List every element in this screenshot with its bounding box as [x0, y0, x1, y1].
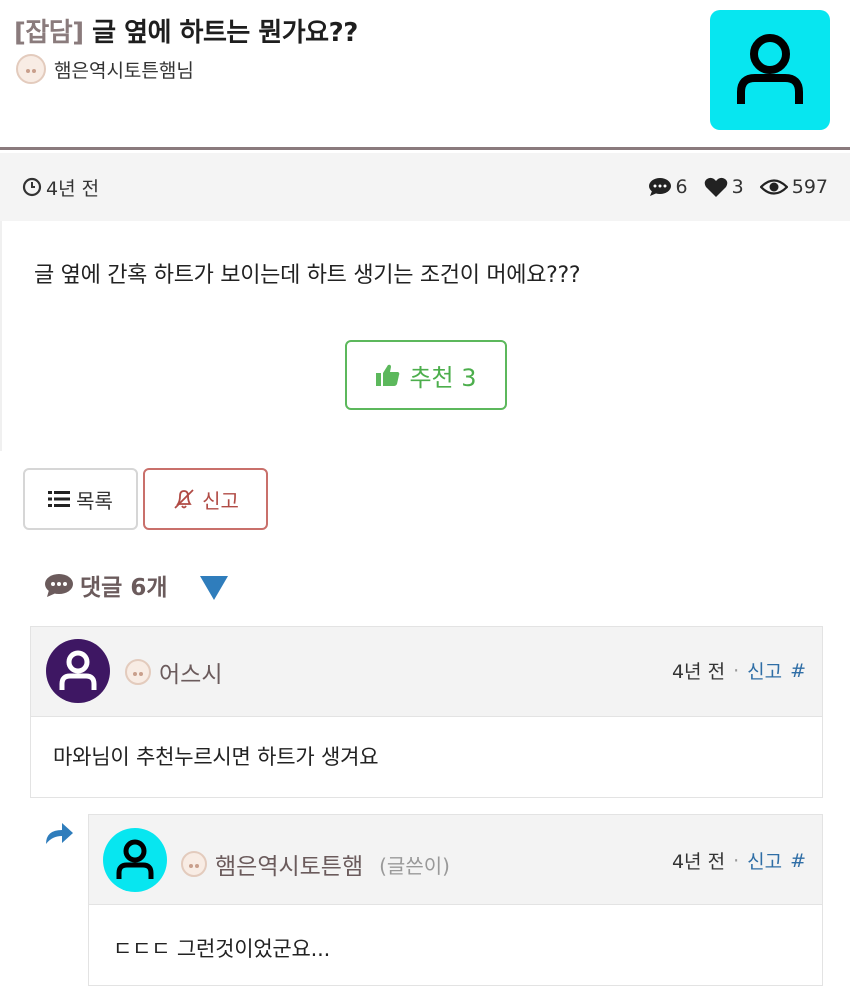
- comments-header: 댓글 6개: [44, 568, 168, 602]
- commenter-avatar[interactable]: [46, 639, 110, 703]
- likes-count: 3: [731, 176, 744, 198]
- user-icon: [737, 34, 803, 104]
- comment-reply-item: 햄은역시토튼햄 (글쓴이) 4년 전 · 신고 # ㄷㄷㄷ 그런것이었군요...: [88, 814, 823, 986]
- comments-title: 댓글 6개: [80, 575, 168, 601]
- post-title: [잡담] 글 옆에 하트는 뭔가요??: [14, 12, 358, 49]
- comment-time: 4년 전: [671, 661, 726, 683]
- post-title-text: 글 옆에 하트는 뭔가요??: [92, 18, 358, 48]
- list-label: 목록: [76, 488, 113, 513]
- separator-dot: ·: [733, 659, 740, 682]
- author-avatar[interactable]: [710, 10, 830, 130]
- comment-item: 어스시 4년 전 · 신고 # 마와님이 추천누르시면 하트가 생겨요: [30, 626, 823, 798]
- level-icon: [181, 851, 207, 877]
- separator-dot: ·: [733, 849, 740, 872]
- commenter-name-text[interactable]: 햄은역시토튼햄: [215, 847, 363, 881]
- comment-report-link[interactable]: 신고: [747, 847, 782, 874]
- level-icon: [125, 659, 151, 685]
- comment-meta: 4년 전 · 신고 #: [672, 847, 806, 874]
- post-body: 글 옆에 간혹 하트가 보이는데 하트 생기는 조건이 머에요???: [0, 221, 850, 451]
- commenter-name[interactable]: 햄은역시토튼햄 (글쓴이): [181, 847, 450, 881]
- commenter-avatar[interactable]: [103, 828, 167, 892]
- collapse-comments-icon[interactable]: [200, 576, 228, 600]
- list-button[interactable]: 목록: [23, 468, 138, 530]
- comment-meta: 4년 전 · 신고 #: [672, 657, 806, 684]
- post-author-name[interactable]: 햄은역시토튼햄님: [54, 56, 194, 83]
- comment-permalink[interactable]: #: [790, 850, 806, 872]
- comment-time: 4년 전: [671, 851, 726, 873]
- author-tag: (글쓴이): [379, 853, 450, 878]
- post-author[interactable]: 햄은역시토튼햄님: [16, 54, 194, 84]
- comment-icon: [648, 178, 671, 196]
- comment-report-link[interactable]: 신고: [747, 657, 782, 684]
- views-count: 597: [791, 176, 828, 198]
- post-time: 4년 전: [46, 177, 100, 200]
- eye-icon: [759, 179, 788, 195]
- user-icon: [59, 650, 97, 690]
- list-icon: [48, 491, 71, 507]
- post-category[interactable]: [잡담]: [14, 18, 84, 48]
- post-header: [잡담] 글 옆에 하트는 뭔가요?? 햄은역시토튼햄님: [0, 0, 850, 150]
- comments-count: 6: [675, 176, 688, 198]
- commenter-name[interactable]: 어스시: [125, 655, 222, 689]
- comment-icon: [45, 574, 73, 597]
- reply-arrow-icon: [46, 823, 73, 844]
- post-meta-bar: 4년 전 6 3 597: [0, 153, 850, 221]
- clock-icon: [22, 177, 42, 197]
- user-icon: [116, 839, 154, 879]
- heart-icon: [704, 177, 727, 197]
- recommend-label: 추천 3: [409, 363, 477, 392]
- post-body-text: 글 옆에 간혹 하트가 보이는데 하트 생기는 조건이 머에요???: [34, 263, 581, 288]
- recommend-button[interactable]: 추천 3: [345, 340, 507, 410]
- comment-text: 마와님이 추천누르시면 하트가 생겨요: [53, 745, 379, 769]
- level-icon: [16, 54, 46, 84]
- bell-slash-icon: [174, 489, 194, 509]
- comment-text: ㄷㄷㄷ 그런것이었군요...: [113, 937, 331, 961]
- commenter-name-text[interactable]: 어스시: [159, 655, 222, 689]
- report-button[interactable]: 신고: [143, 468, 268, 530]
- comment-permalink[interactable]: #: [790, 660, 806, 682]
- report-label: 신고: [202, 488, 239, 513]
- thumbs-up-icon: [376, 364, 400, 386]
